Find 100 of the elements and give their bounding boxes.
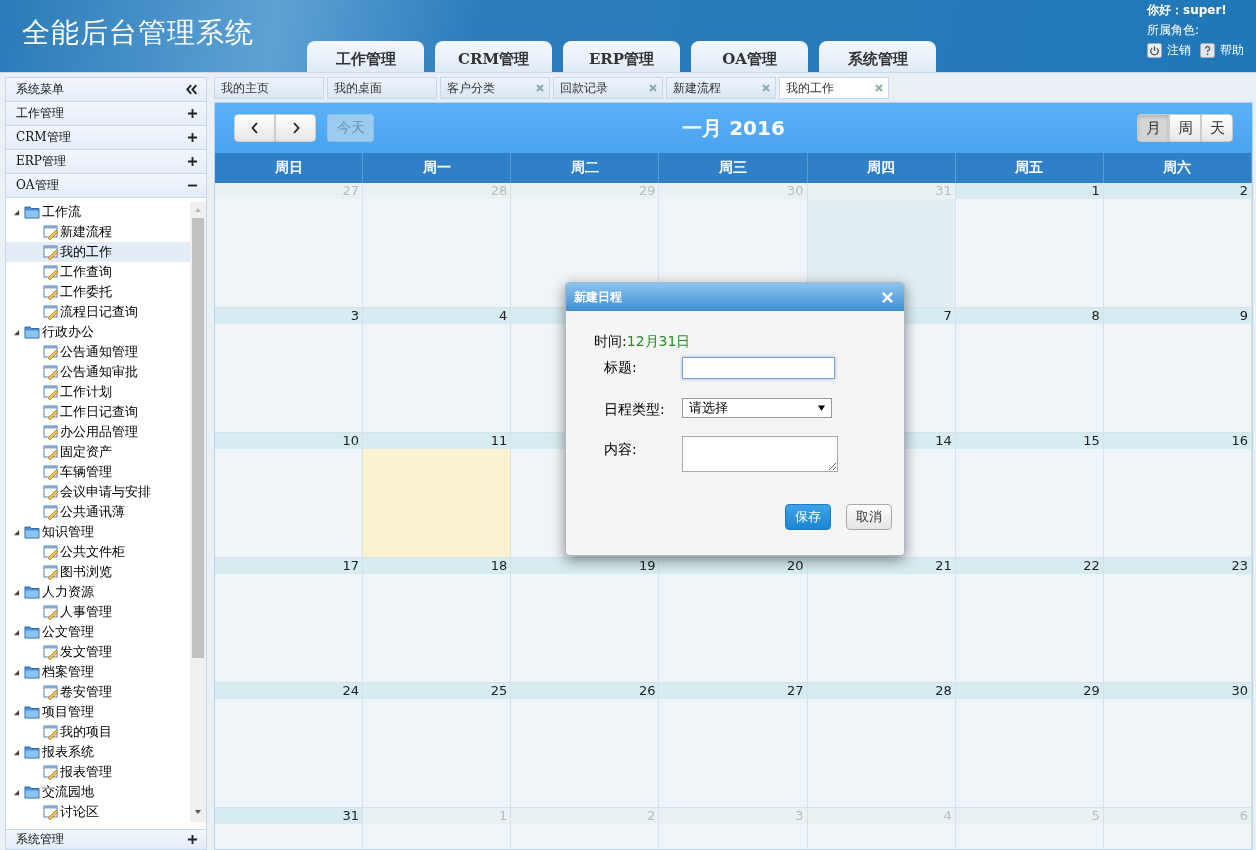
view-button[interactable]: 天	[1201, 114, 1233, 142]
tree-item[interactable]: 报表管理	[6, 762, 190, 782]
day-cell[interactable]: 11	[363, 433, 512, 558]
tree-item[interactable]: 会议申请与安排	[6, 482, 190, 502]
edit-icon	[43, 224, 59, 240]
expanded-arrow-icon[interactable]	[13, 668, 20, 676]
tree-item[interactable]: 工作查询	[6, 262, 190, 282]
expanded-arrow-icon[interactable]	[13, 788, 20, 796]
accordion-header[interactable]: ERP管理	[6, 150, 206, 174]
expanded-arrow-icon[interactable]	[13, 708, 20, 716]
title-input[interactable]	[682, 357, 835, 379]
tree-folder[interactable]: 档案管理	[42, 663, 94, 681]
day-cell[interactable]: 16	[1103, 433, 1252, 558]
accordion-header[interactable]: CRM管理	[6, 126, 206, 150]
day-cell[interactable]: 8	[955, 308, 1104, 433]
day-cell[interactable]: 15	[955, 433, 1104, 558]
day-cell[interactable]: 21	[807, 558, 956, 683]
day-cell[interactable]: 2	[1103, 183, 1252, 308]
expanded-arrow-icon[interactable]	[13, 328, 20, 336]
tree-item[interactable]: 公共通讯薄	[6, 502, 190, 522]
expanded-arrow-icon[interactable]	[13, 748, 20, 756]
tree-item[interactable]: 发文管理	[6, 642, 190, 662]
tree-item[interactable]: 讨论区	[6, 802, 190, 822]
expanded-arrow-icon[interactable]	[13, 588, 20, 596]
day-cell[interactable]: 1	[955, 183, 1104, 308]
day-cell[interactable]: 3	[215, 308, 364, 433]
tree-item[interactable]: 工作日记查询	[6, 402, 190, 422]
tree-item[interactable]: 卷安管理	[6, 682, 190, 702]
logout-link[interactable]: 注销	[1167, 42, 1191, 59]
page-tab[interactable]: 客户分类	[440, 77, 550, 99]
day-cell[interactable]: 28	[807, 683, 956, 808]
tree-item[interactable]: 我的工作	[6, 242, 190, 262]
day-cell[interactable]: 17	[215, 558, 364, 683]
day-cell[interactable]: 31	[215, 808, 364, 849]
day-cell[interactable]: 20	[659, 558, 808, 683]
page-tab[interactable]: 回款记录	[553, 77, 663, 99]
tree-item[interactable]: 工作计划	[6, 382, 190, 402]
day-cell[interactable]: 30	[1103, 683, 1252, 808]
scrollbar[interactable]	[190, 202, 206, 822]
view-button[interactable]: 月	[1137, 114, 1169, 142]
view-button[interactable]: 周	[1169, 114, 1201, 142]
nav-tab[interactable]: CRM管理	[435, 41, 552, 72]
accordion-header[interactable]: 系统管理	[6, 829, 206, 849]
tree-folder[interactable]: 项目管理	[42, 703, 94, 721]
page-tab[interactable]: 我的桌面	[327, 77, 437, 99]
day-cell[interactable]: 23	[1103, 558, 1252, 683]
expanded-arrow-icon[interactable]	[13, 528, 20, 536]
day-cell[interactable]: 25	[363, 683, 512, 808]
folder-icon	[24, 705, 40, 719]
day-cell[interactable]: 26	[511, 683, 660, 808]
day-cell[interactable]: 24	[215, 683, 364, 808]
tree-folder[interactable]: 行政办公	[42, 323, 94, 341]
previous-button[interactable]	[234, 114, 275, 142]
day-number: 28	[807, 683, 955, 699]
tree-item[interactable]: 流程日记查询	[6, 302, 190, 322]
tree-item[interactable]: 我的项目	[6, 722, 190, 742]
page-tab[interactable]: 新建流程	[666, 77, 776, 99]
collapse-icon[interactable]	[186, 84, 198, 95]
day-cell[interactable]: 18	[363, 558, 512, 683]
day-cell[interactable]: 4	[363, 308, 512, 433]
tree-folder[interactable]: 交流园地	[42, 783, 94, 801]
tree-item[interactable]: 固定资产	[6, 442, 190, 462]
tree-item[interactable]: 办公用品管理	[6, 422, 190, 442]
day-cell[interactable]: 9	[1103, 308, 1252, 433]
tree-item[interactable]: 工作委托	[6, 282, 190, 302]
page-tab[interactable]: 我的工作	[779, 77, 889, 99]
tree-item[interactable]: 公共文件柜	[6, 542, 190, 562]
accordion-header[interactable]: OA管理	[6, 174, 206, 198]
page-tab[interactable]: 我的主页	[214, 77, 324, 99]
next-button[interactable]	[275, 114, 316, 142]
day-number: 20	[659, 558, 807, 574]
tree-item[interactable]: 新建流程	[6, 222, 190, 242]
tree-item[interactable]: 人事管理	[6, 602, 190, 622]
help-link[interactable]: 帮助	[1220, 42, 1244, 59]
accordion-header[interactable]: 工作管理	[6, 102, 206, 126]
day-cell[interactable]: 19	[511, 558, 660, 683]
day-cell[interactable]: 10	[215, 433, 364, 558]
nav-tab[interactable]: 工作管理	[307, 41, 424, 72]
day-cell[interactable]: 27	[659, 683, 808, 808]
cancel-button[interactable]: 取消	[846, 504, 892, 530]
folder-icon	[24, 745, 40, 759]
tree-item[interactable]: 车辆管理	[6, 462, 190, 482]
expanded-arrow-icon[interactable]	[13, 208, 20, 216]
day-cell[interactable]: 29	[955, 683, 1104, 808]
tree-folder[interactable]: 人力资源	[42, 583, 94, 601]
tree-item[interactable]: 公告通知审批	[6, 362, 190, 382]
nav-tab[interactable]: 系统管理	[819, 41, 936, 72]
tree-folder[interactable]: 报表系统	[42, 743, 94, 761]
nav-tab[interactable]: OA管理	[691, 41, 808, 72]
tree-item[interactable]: 公告通知管理	[6, 342, 190, 362]
tree-folder[interactable]: 公文管理	[42, 623, 94, 641]
plus-icon	[187, 834, 198, 845]
tree-item[interactable]: 图书浏览	[6, 562, 190, 582]
nav-tab[interactable]: ERP管理	[563, 41, 680, 72]
type-select[interactable]: 请选择	[682, 398, 832, 418]
expanded-arrow-icon[interactable]	[13, 628, 20, 636]
day-number: 29	[511, 183, 659, 199]
tree-folder[interactable]: 工作流	[42, 203, 81, 221]
tree-folder[interactable]: 知识管理	[42, 523, 94, 541]
day-cell[interactable]: 22	[955, 558, 1104, 683]
